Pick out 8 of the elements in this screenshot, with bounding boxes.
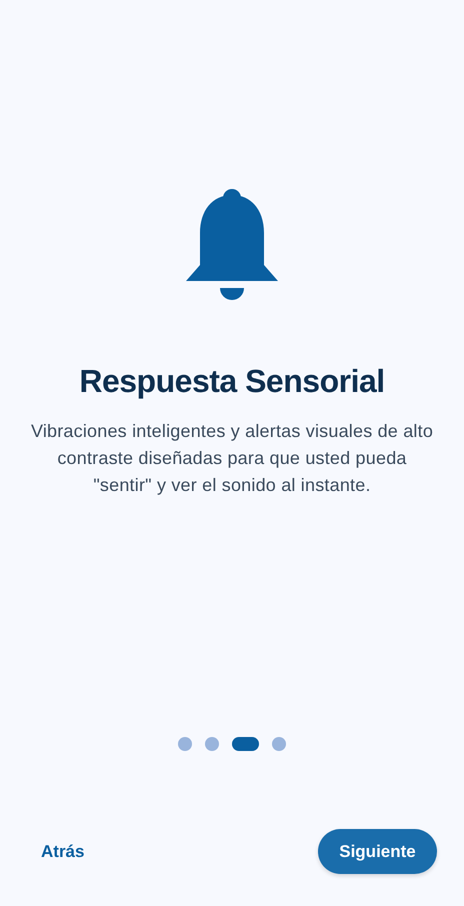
description: Vibraciones inteligentes y alertas visuales de alto contraste diseñadas para que usted pueda "sentir" y ver el sonido al instante. bbox=[30, 420, 434, 497]
title: Respuesta Sensorial bbox=[79, 363, 385, 400]
next-button[interactable]: Siguiente bbox=[318, 829, 437, 874]
page-indicator-dot[interactable] bbox=[178, 737, 192, 751]
page-indicator-dot[interactable] bbox=[272, 737, 286, 751]
back-button[interactable]: Atrás bbox=[27, 832, 98, 872]
bell-icon bbox=[186, 189, 278, 301]
page-indicator-dot[interactable] bbox=[205, 737, 219, 751]
